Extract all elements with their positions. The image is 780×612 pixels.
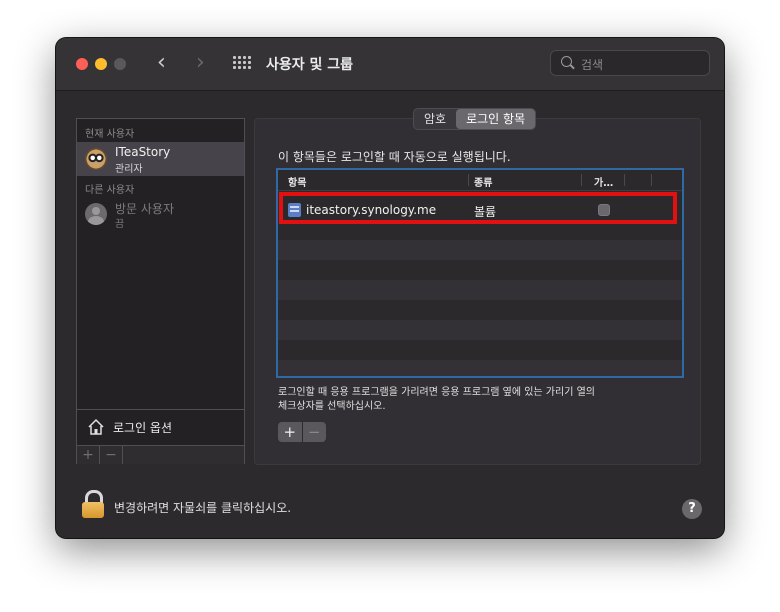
sidebar-button-bar: + −: [77, 445, 244, 464]
column-header-item[interactable]: 항목: [288, 174, 306, 189]
current-users-label: 현재 사용자: [85, 129, 135, 140]
login-options-label: 로그인 옵션: [113, 421, 173, 435]
users-sidebar: 현재 사용자 ITeaStory 관리자 다른 사용자 방문 사용자 끔 로그인…: [76, 118, 245, 464]
column-header-kind[interactable]: 종류: [474, 174, 492, 189]
house-icon: [88, 418, 104, 435]
highlight-annotation: [279, 192, 677, 224]
segmented-tabs: 암호 로그인 항목: [413, 108, 537, 130]
column-separator: [651, 174, 652, 186]
table-row-empty: [278, 240, 682, 260]
table-row-empty: [278, 300, 682, 320]
hint-line-2: 체크상자를 선택하십시오.: [278, 401, 386, 412]
table-row-empty: [278, 360, 682, 376]
table-header: 항목 종류 가…: [278, 170, 682, 191]
forward-button[interactable]: ›: [196, 52, 205, 74]
other-users-label: 다른 사용자: [85, 185, 135, 196]
show-all-grid-icon[interactable]: [233, 56, 251, 70]
minimize-button[interactable]: [95, 58, 107, 70]
login-options-button[interactable]: 로그인 옵션: [77, 409, 244, 444]
search-placeholder: 검색: [581, 58, 604, 72]
user-row-iteastory[interactable]: ITeaStory 관리자: [77, 142, 244, 176]
hint-line-1: 로그인할 때 응용 프로그램을 가리려면 응용 프로그램 옆에 있는 가리기 열…: [278, 387, 595, 398]
user-row-guest[interactable]: 방문 사용자 끔: [77, 197, 244, 231]
search-field[interactable]: 검색: [550, 50, 710, 76]
login-items-description: 이 항목들은 로그인할 때 자동으로 실행됩니다.: [278, 150, 511, 164]
back-button[interactable]: ‹: [157, 52, 166, 74]
user-role: 끔: [115, 219, 125, 230]
add-remove-control: + −: [278, 422, 326, 442]
tab-login-items[interactable]: 로그인 항목: [456, 109, 536, 129]
help-button[interactable]: ?: [682, 499, 702, 519]
user-name: ITeaStory: [115, 145, 171, 159]
guest-avatar-icon: [85, 203, 107, 225]
column-header-hide[interactable]: 가…: [594, 174, 613, 189]
search-icon: [561, 56, 572, 67]
owl-avatar-icon: [85, 148, 107, 170]
window-title: 사용자 및 그룹: [266, 57, 354, 73]
table-row-empty: [278, 280, 682, 300]
title-bar: ‹ › 사용자 및 그룹 검색: [56, 38, 724, 91]
column-separator: [624, 174, 625, 186]
tab-password[interactable]: 암호: [414, 109, 456, 129]
remove-login-item-button[interactable]: −: [303, 422, 327, 442]
user-role: 관리자: [115, 164, 143, 175]
zoom-button[interactable]: [114, 58, 126, 70]
lock-status-text: 변경하려면 자물쇠를 클릭하십시오.: [114, 501, 292, 515]
hide-hint-text: 로그인할 때 응용 프로그램을 가리려면 응용 프로그램 옆에 있는 가리기 열…: [278, 386, 595, 414]
close-button[interactable]: [76, 58, 88, 70]
remove-user-button[interactable]: −: [100, 446, 123, 464]
table-row-empty: [278, 260, 682, 280]
table-row-empty: [278, 320, 682, 340]
table-row-empty: [278, 340, 682, 360]
add-login-item-button[interactable]: +: [278, 422, 303, 442]
lock-icon[interactable]: [82, 490, 104, 518]
column-separator: [581, 174, 582, 186]
add-user-button[interactable]: +: [77, 446, 100, 464]
column-separator: [468, 174, 469, 186]
system-preferences-window: ‹ › 사용자 및 그룹 검색 현재 사용자 ITeaStory 관리자 다른 …: [56, 38, 724, 538]
